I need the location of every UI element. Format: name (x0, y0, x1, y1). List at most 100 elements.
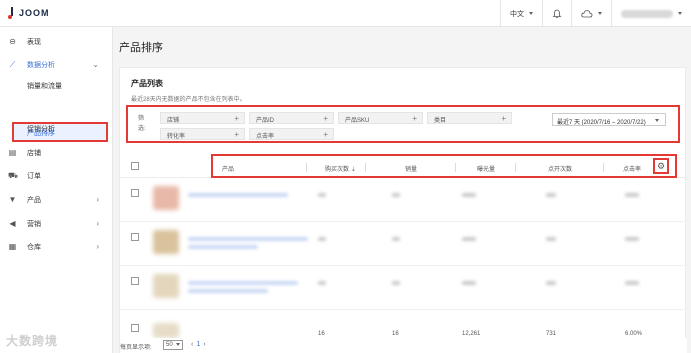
sidebar-item-products[interactable]: ▼ 产品 › (0, 189, 113, 209)
per-page-value: 50 (166, 342, 173, 348)
cell-sales: 16 (392, 331, 399, 337)
chip-label: 产品SKU (345, 118, 370, 124)
gear-icon: ⚙ (656, 160, 666, 171)
sidebar-item-orders[interactable]: ⛟ 订单 (0, 165, 113, 185)
pagination-footer: 每页显示项: 50 ‹ 1 › (120, 338, 687, 353)
sidebar: ⊖ 表现 ⟋ 数据分析 ⌄ 销量和流量 产品排序 促销分析 ▤ 店铺 ⛟ 订单 … (0, 27, 113, 353)
cell-blurred (462, 281, 476, 285)
filter-bar: 筛选: 店铺 + 产品ID + 产品SKU + 类目 + 转化率 + 点击率 + 最近7 天… (126, 105, 680, 143)
sidebar-item-analytics[interactable]: ⟋ 数据分析 ⌄ (0, 54, 113, 74)
chevron-down-icon (678, 12, 682, 15)
plus-icon: + (323, 114, 328, 123)
column-header-impressions[interactable]: 曝光量 (477, 164, 495, 173)
chip-label: 类目 (434, 118, 447, 124)
chevron-right-icon: › (96, 195, 99, 204)
column-header-product[interactable]: 产品 (222, 164, 234, 173)
filter-chip-category[interactable]: 类目 + (427, 112, 512, 124)
sidebar-item-warehouse[interactable]: ▦ 仓库 › (0, 236, 113, 256)
date-range-select[interactable]: 最近7 天 (2020/7/16 – 2020/7/22) (552, 113, 666, 126)
cell-blurred (546, 237, 556, 241)
cell-blurred (392, 237, 400, 241)
chevron-down-icon (176, 343, 181, 346)
joom-logo[interactable]: JOOM (8, 7, 50, 19)
sidebar-item-label: 仓库 (27, 244, 41, 251)
shirt-icon: ▼ (8, 195, 17, 204)
sidebar-item-store[interactable]: ▤ 店铺 (0, 142, 113, 162)
cell-blurred (318, 281, 326, 285)
column-header-ctr[interactable]: 点击率 (623, 164, 641, 173)
cloud-icon (581, 9, 593, 17)
store-icon: ▤ (8, 148, 17, 157)
chip-label: 店铺 (167, 118, 180, 124)
column-header-sales[interactable]: 销量 (405, 164, 417, 173)
card-subtitle: 最近28天内无数据的产品不包含在列表中。 (131, 97, 246, 103)
chevron-down-icon (655, 119, 659, 122)
filter-chip-product-sku[interactable]: 产品SKU + (338, 112, 423, 124)
row-checkbox[interactable] (131, 324, 139, 332)
row-checkbox[interactable] (131, 277, 139, 285)
cell-purchases: 16 (318, 331, 325, 337)
sidebar-item-label: 店铺 (27, 150, 41, 157)
product-name-blurred[interactable] (188, 237, 308, 241)
table-row[interactable]: 16 16 12,261 731 6.00% (120, 311, 687, 338)
column-header-opens[interactable]: 点开次数 (548, 164, 572, 173)
cell-blurred (462, 237, 476, 241)
sidebar-item-marketing[interactable]: ◀ 营销 › (0, 213, 113, 233)
table-row[interactable] (120, 223, 687, 266)
table-row[interactable] (120, 179, 687, 222)
product-name-blurred[interactable] (188, 281, 298, 285)
language-selector[interactable]: 中文 (500, 0, 542, 27)
current-page[interactable]: 1 (196, 341, 200, 348)
sidebar-item-performance[interactable]: ⊖ 表现 (0, 31, 113, 51)
warehouse-icon: ▦ (8, 242, 17, 251)
sidebar-item-label: 产品 (27, 197, 41, 204)
cell-ctr: 6.00% (625, 331, 643, 337)
filter-chip-product-id[interactable]: 产品ID + (249, 112, 334, 124)
logo-text: JOOM (19, 8, 50, 18)
table-header: 产品 购买次数 ⇣ 销量 曝光量 点开次数 点击率 ⚙ (120, 154, 687, 178)
page-title: 产品排序 (119, 42, 163, 54)
chevron-up-icon: ⌄ (92, 60, 99, 69)
cell-blurred (546, 193, 556, 197)
table-row[interactable] (120, 267, 687, 310)
account-menu[interactable] (611, 0, 691, 27)
plus-icon: + (412, 114, 417, 123)
column-settings-button[interactable]: ⚙ (653, 158, 669, 174)
sidebar-item-label: 表现 (27, 39, 41, 46)
prev-page-button[interactable]: ‹ (191, 341, 193, 348)
filter-chip-conversion-rate[interactable]: 转化率 + (160, 128, 245, 140)
chip-label: 产品ID (256, 118, 275, 124)
column-label: 购买次数 (325, 167, 350, 173)
account-name-blurred (621, 9, 673, 18)
top-bar: JOOM 中文 (0, 0, 691, 27)
product-name-blurred (188, 245, 258, 249)
upload-menu[interactable] (571, 0, 611, 27)
column-header-purchases[interactable]: 购买次数 ⇣ (325, 164, 356, 173)
product-list-card: 产品列表 最近28天内无数据的产品不包含在列表中。 筛选: 店铺 + 产品ID + … (119, 67, 687, 353)
cell-blurred (625, 281, 639, 285)
product-name-blurred[interactable] (188, 193, 288, 197)
watermark-text: 大数跨境 (6, 334, 59, 348)
per-page-label: 每页显示项: (120, 345, 152, 351)
sidebar-subitem-promotion-analysis[interactable]: 促销分析 (27, 124, 55, 134)
cell-blurred (625, 193, 639, 197)
per-page-select[interactable]: 50 (163, 340, 183, 350)
sidebar-subitem-sales-traffic[interactable]: 销量和流量 (27, 81, 62, 91)
product-thumbnail (153, 274, 179, 298)
chip-label: 点击率 (256, 134, 275, 140)
row-checkbox[interactable] (131, 233, 139, 241)
select-all-checkbox[interactable] (131, 162, 139, 170)
plus-icon: + (234, 130, 239, 139)
logo-icon (8, 7, 15, 19)
main-content: 产品排序 产品列表 最近28天内无数据的产品不包含在列表中。 筛选: 店铺 + 产… (113, 27, 691, 353)
chevron-down-icon (529, 12, 533, 15)
next-page-button[interactable]: › (203, 341, 205, 348)
product-thumbnail (153, 323, 179, 338)
notifications-button[interactable] (542, 0, 571, 27)
filter-chip-store[interactable]: 店铺 + (160, 112, 245, 124)
filter-chip-ctr[interactable]: 点击率 + (249, 128, 334, 140)
row-checkbox[interactable] (131, 189, 139, 197)
date-range-value: 最近7 天 (2020/7/16 – 2020/7/22) (557, 120, 646, 126)
cell-blurred (318, 193, 326, 197)
plus-icon: + (501, 114, 506, 123)
